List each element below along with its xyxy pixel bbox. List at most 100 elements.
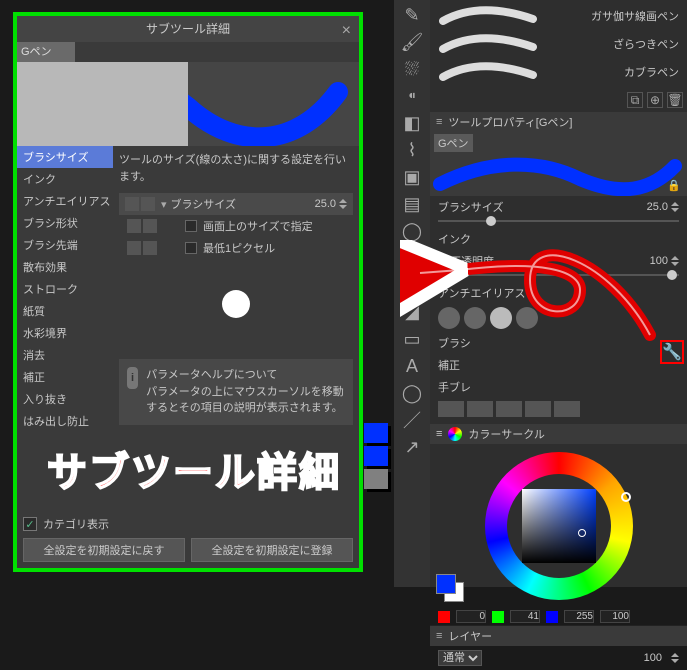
aa-options[interactable] xyxy=(430,304,687,332)
param-label: ブラシサイズ xyxy=(171,196,236,212)
fill-tool-icon[interactable]: ▣ xyxy=(400,165,424,189)
text-tool-icon[interactable]: A xyxy=(400,354,424,378)
category-show-label: カテゴリ表示 xyxy=(43,516,109,532)
aa-option-4[interactable] xyxy=(516,307,538,329)
blend-mode-select[interactable]: 通常 xyxy=(438,650,482,666)
brush-name: ざらつきペン xyxy=(613,36,679,52)
category-show-row[interactable]: ✓ カテゴリ表示 xyxy=(23,516,353,532)
checkbox-category-show[interactable]: ✓ xyxy=(23,517,37,531)
stamp-tool-icon[interactable]: ▟ xyxy=(400,273,424,297)
category-antialias[interactable]: アンチエイリアス xyxy=(17,190,113,212)
gradient-tool-icon[interactable]: ▤ xyxy=(400,192,424,216)
checkbox-min-1px[interactable] xyxy=(185,242,197,254)
category-correction[interactable]: 補正 xyxy=(17,366,113,388)
brush-stroke-preview xyxy=(430,154,687,196)
brush-size-value[interactable]: 25.0 xyxy=(315,198,336,210)
register-all-button[interactable]: 全設定を初期設定に登録 xyxy=(191,538,353,562)
blend-tool-icon[interactable]: ⌇ xyxy=(400,138,424,162)
figure-tool-icon[interactable]: ◯ xyxy=(400,219,424,243)
color-swatch-gray[interactable] xyxy=(364,469,388,489)
tool-property-preview: 🔒 xyxy=(430,154,687,196)
category-watercolor[interactable]: 水彩境界 xyxy=(17,322,113,344)
move-tool-icon[interactable]: ✥ xyxy=(400,246,424,270)
brush-item[interactable]: ざらつきペン xyxy=(432,30,685,58)
b-value[interactable] xyxy=(564,610,594,623)
category-overflow[interactable]: はみ出し防止 xyxy=(17,410,113,432)
menu-icon[interactable]: ≡ xyxy=(436,630,442,642)
correction-label: 補正 xyxy=(438,357,460,373)
dialog-title: サブツール詳細 xyxy=(146,22,230,36)
stepper-icons[interactable] xyxy=(671,256,679,266)
brush-item[interactable]: カブラペン xyxy=(432,58,685,86)
menu-icon[interactable]: ≡ xyxy=(436,428,442,440)
stepper-icons[interactable] xyxy=(671,653,679,663)
menu-icon[interactable]: ≡ xyxy=(436,116,442,128)
brush-size-value[interactable]: 25.0 xyxy=(647,201,668,213)
pen-tool-icon[interactable]: ✎ xyxy=(400,3,424,27)
param-indicator-icons[interactable] xyxy=(127,241,157,255)
aa-option-1[interactable] xyxy=(438,307,460,329)
sv-cursor[interactable] xyxy=(578,529,586,537)
category-brush-tip[interactable]: ブラシ先端 xyxy=(17,234,113,256)
r-value[interactable] xyxy=(456,610,486,623)
brush-tool-icon[interactable]: 🖌 xyxy=(400,30,424,54)
category-brush-size[interactable]: ブラシサイズ xyxy=(17,146,113,168)
hue-ring[interactable] xyxy=(485,452,633,600)
reset-all-button[interactable]: 全設定を初期設定に戻す xyxy=(23,538,185,562)
stepper-icons[interactable] xyxy=(339,199,347,209)
param-indicator-icons[interactable] xyxy=(125,197,155,211)
duplicate-subtool-icon[interactable]: ⧉ xyxy=(627,92,643,108)
fg-bg-swatch[interactable] xyxy=(436,574,464,602)
brush-stroke-icon xyxy=(438,61,538,83)
stepper-icons[interactable] xyxy=(671,202,679,212)
sv-square[interactable] xyxy=(522,489,596,563)
airbrush-tool-icon[interactable]: ⛆ xyxy=(400,57,424,81)
opacity-value[interactable]: 100 xyxy=(650,255,668,267)
checkbox-screen-size[interactable] xyxy=(185,220,197,232)
lock-icon[interactable]: 🔒 xyxy=(667,179,681,192)
ink-label: インク xyxy=(438,231,471,247)
close-icon[interactable]: × xyxy=(342,18,351,44)
info-icon: i xyxy=(127,367,138,389)
delete-subtool-icon[interactable]: 🗑 xyxy=(667,92,683,108)
category-erase[interactable]: 消去 xyxy=(17,344,113,366)
brush-size-label: ブラシサイズ xyxy=(438,199,503,215)
active-tool-name: Gペン xyxy=(434,134,473,152)
subtool-detail-dialog: サブツール詳細 × Gペン ブラシサイズ インク アンチエイリアス ブラシ形状 … xyxy=(13,12,363,572)
layer-panel: ≡ レイヤー 通常 100 xyxy=(430,625,687,670)
eyedropper-tool-icon[interactable]: ⁌ xyxy=(400,84,424,108)
param-indicator-icons[interactable] xyxy=(127,219,157,233)
selection-tool-icon[interactable]: ▭ xyxy=(400,327,424,351)
balloon-tool-icon[interactable]: ◯ xyxy=(400,381,424,405)
brush-size-slider[interactable] xyxy=(438,220,679,222)
category-texture[interactable]: 紙質 xyxy=(17,300,113,322)
g-value[interactable] xyxy=(510,610,540,623)
brush-item[interactable]: ガサ伽サ線画ペン xyxy=(432,2,685,30)
tool-column: ✎ 🖌 ⛆ ⁌ ◧ ⌇ ▣ ▤ ◯ ✥ ▟ ◢ ▭ A ◯ ／ ↗ xyxy=(394,0,430,587)
add-subtool-icon[interactable]: ⊕ xyxy=(647,92,663,108)
help-body: パラメータの上にマウスカーソルを移動するとその項目の説明が表示されます。 xyxy=(146,384,345,417)
eraser-tool-icon[interactable]: ◧ xyxy=(400,111,424,135)
category-stroke[interactable]: ストローク xyxy=(17,278,113,300)
aa-option-3[interactable] xyxy=(490,307,512,329)
category-spray[interactable]: 散布効果 xyxy=(17,256,113,278)
aa-option-2[interactable] xyxy=(464,307,486,329)
category-ink[interactable]: インク xyxy=(17,168,113,190)
layer-panel-title: レイヤー xyxy=(448,628,492,644)
stabilize-boxes[interactable] xyxy=(430,398,687,420)
correct-tool-icon[interactable]: ↗ xyxy=(400,435,424,459)
layer-opacity-value[interactable]: 100 xyxy=(644,652,662,664)
brush-size-row[interactable]: ▾ ブラシサイズ 25.0 xyxy=(119,193,353,215)
hue-cursor[interactable] xyxy=(621,492,631,502)
line-tool-icon[interactable]: ／ xyxy=(400,408,424,432)
chevron-down-icon[interactable]: ▾ xyxy=(161,198,167,211)
wrench-icon[interactable]: 🔧 xyxy=(662,342,682,362)
opacity-slider[interactable] xyxy=(438,274,679,276)
color-swatch-fgbg[interactable] xyxy=(364,423,388,443)
brush-preview xyxy=(17,62,359,146)
category-brush-shape[interactable]: ブラシ形状 xyxy=(17,212,113,234)
extra-value[interactable] xyxy=(600,610,630,623)
category-in-out[interactable]: 入り抜き xyxy=(17,388,113,410)
ruler-tool-icon[interactable]: ◢ xyxy=(400,300,424,324)
color-swatch-alt[interactable] xyxy=(364,446,388,466)
